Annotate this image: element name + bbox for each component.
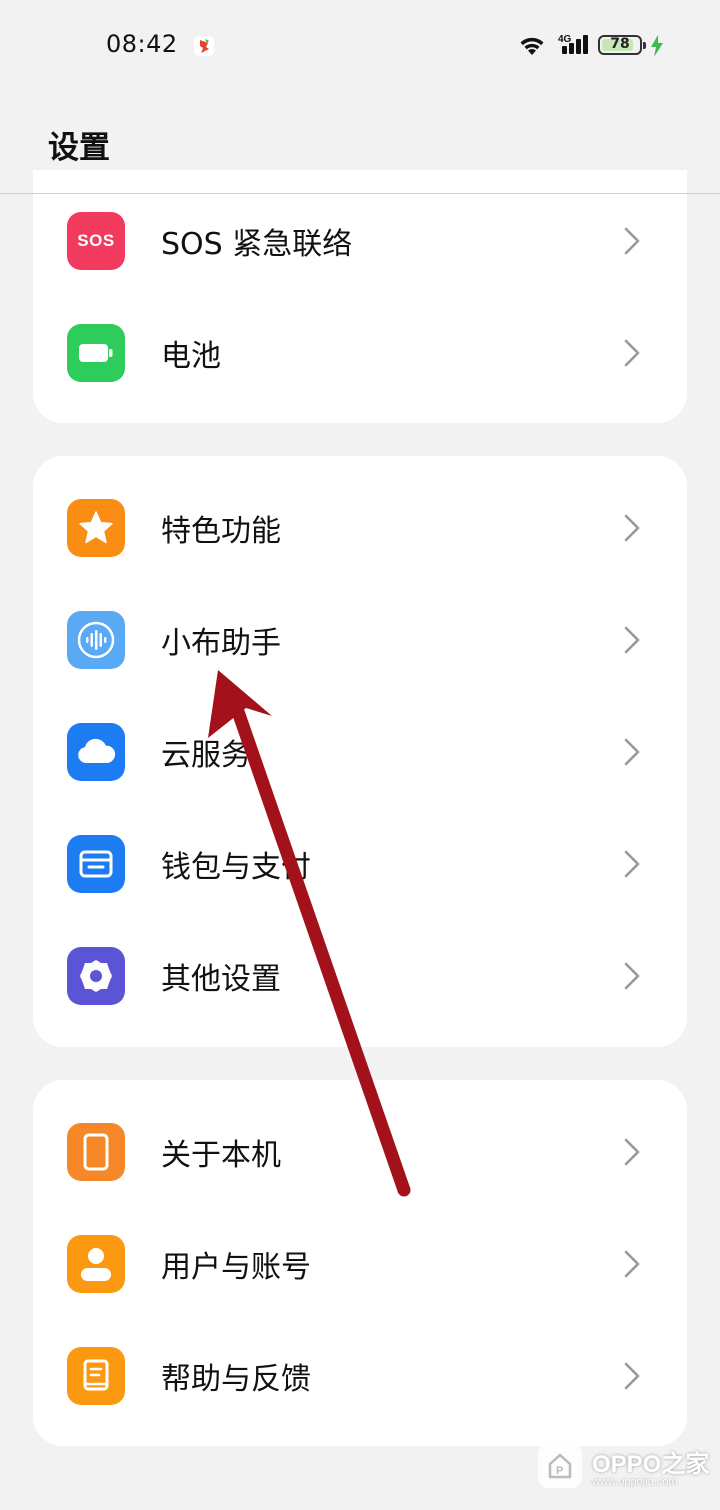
- settings-group-2: 特色功能 小布助手 云服务 钱包与支付 其他设置: [33, 456, 687, 1047]
- header-divider: [0, 193, 720, 194]
- chevron-right-icon: [623, 1250, 641, 1282]
- page-title: 设置: [48, 130, 110, 166]
- battery-icon: [67, 324, 125, 382]
- settings-item-label: 其他设置: [161, 962, 281, 997]
- settings-group-3: 关于本机 用户与账号 帮助与反馈: [33, 1080, 687, 1446]
- settings-item-label: 帮助与反馈: [161, 1362, 311, 1397]
- settings-item-about[interactable]: 关于本机: [33, 1096, 687, 1208]
- cellular-signal-icon: 4G: [558, 32, 594, 62]
- settings-group-1: SOS SOS 紧急联络 电池: [33, 170, 687, 423]
- settings-item-wallet[interactable]: 钱包与支付: [33, 808, 687, 920]
- settings-item-cloud[interactable]: 云服务: [33, 696, 687, 808]
- battery-level: 78: [610, 36, 630, 52]
- status-bar: 08:42 4G 78: [0, 0, 720, 92]
- star-icon: [67, 499, 125, 557]
- settings-item-label: 电池: [161, 339, 221, 374]
- chevron-right-icon: [623, 962, 641, 994]
- svg-text:P: P: [556, 1465, 563, 1477]
- settings-item-battery[interactable]: 电池: [33, 297, 687, 409]
- chevron-right-icon: [623, 1138, 641, 1170]
- app-notification-icon: [192, 34, 216, 58]
- cloud-icon: [67, 723, 125, 781]
- watermark: P OPPO之家 www.oppojia.com: [538, 1438, 718, 1498]
- chevron-right-icon: [623, 626, 641, 658]
- settings-item-label: 特色功能: [161, 514, 281, 549]
- wifi-icon: [516, 33, 548, 61]
- settings-item-help[interactable]: 帮助与反馈: [33, 1320, 687, 1432]
- settings-item-label: 关于本机: [161, 1138, 281, 1173]
- chevron-right-icon: [623, 1362, 641, 1394]
- watermark-url: www.oppojia.com: [592, 1476, 678, 1488]
- watermark-name: OPPO之家: [592, 1451, 710, 1478]
- settings-item-sos[interactable]: SOS SOS 紧急联络: [33, 185, 687, 297]
- phone-icon: [67, 1123, 125, 1181]
- wallet-icon: [67, 835, 125, 893]
- settings-item-label: 钱包与支付: [161, 850, 311, 885]
- settings-item-account[interactable]: 用户与账号: [33, 1208, 687, 1320]
- watermark-logo-icon: P: [538, 1444, 582, 1488]
- chevron-right-icon: [623, 339, 641, 371]
- settings-item-label: 云服务: [161, 738, 251, 773]
- chevron-right-icon: [623, 227, 641, 259]
- chevron-right-icon: [623, 850, 641, 882]
- voice-assistant-icon: [67, 611, 125, 669]
- settings-item-label: SOS 紧急联络: [161, 227, 353, 262]
- settings-item-label: 用户与账号: [161, 1250, 311, 1285]
- charging-bolt-icon: [649, 34, 665, 62]
- settings-item-other[interactable]: 其他设置: [33, 920, 687, 1032]
- sos-icon: SOS: [67, 212, 125, 270]
- gear-icon: [67, 947, 125, 1005]
- settings-item-features[interactable]: 特色功能: [33, 472, 687, 584]
- chevron-right-icon: [623, 514, 641, 546]
- chevron-right-icon: [623, 738, 641, 770]
- user-icon: [67, 1235, 125, 1293]
- help-book-icon: [67, 1347, 125, 1405]
- settings-item-label: 小布助手: [161, 626, 281, 661]
- settings-item-breeno[interactable]: 小布助手: [33, 584, 687, 696]
- status-time: 08:42: [106, 30, 178, 58]
- battery-indicator: 78: [598, 35, 646, 55]
